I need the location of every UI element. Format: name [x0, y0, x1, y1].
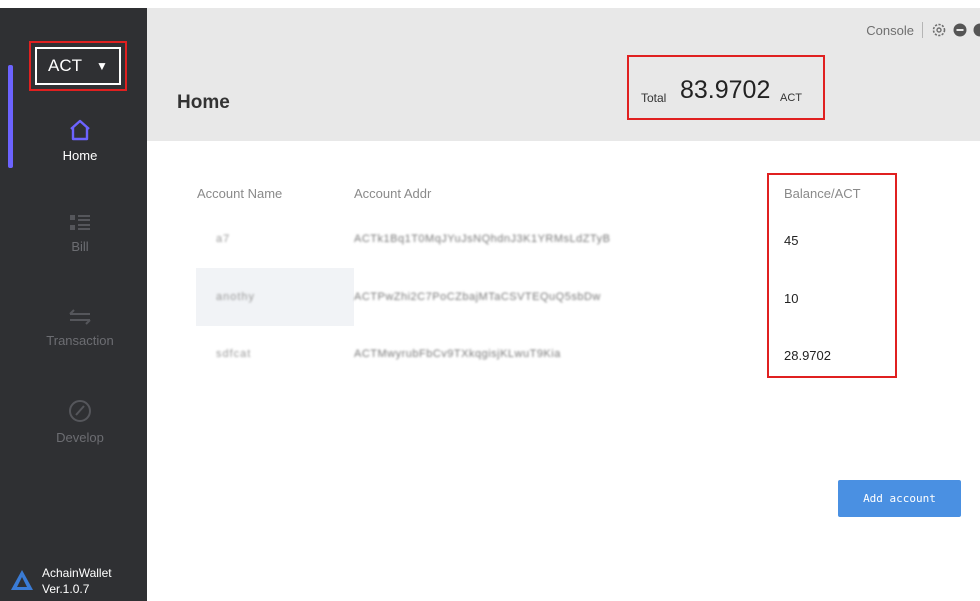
- account-address: ACTPwZhi2C7PoCZbajMTaCSVTEQuQ5sbDw: [354, 291, 601, 303]
- account-address: ACTMwyrubFbCv9TXkqgisjKLwuT9Kia: [354, 348, 561, 360]
- highlight-balance-column: [767, 173, 897, 378]
- page-title: Home: [177, 92, 230, 113]
- brand: AchainWallet Ver.1.0.7: [0, 558, 147, 601]
- account-name: sdfcat: [216, 348, 252, 360]
- total-unit: ACT: [780, 92, 802, 104]
- divider: [922, 22, 923, 38]
- sidebar-item-label: Bill: [71, 239, 89, 254]
- gear-icon[interactable]: [931, 22, 947, 38]
- account-name: a7: [216, 233, 231, 245]
- total-label: Total: [641, 91, 667, 105]
- develop-icon: [69, 400, 91, 422]
- transaction-icon: [69, 309, 91, 325]
- sidebar-item-transaction[interactable]: Transaction: [13, 307, 147, 348]
- account-name: anothy: [216, 291, 256, 303]
- column-header-account-addr: Account Addr: [354, 186, 432, 201]
- total-balance-panel: Total 83.9702 ACT: [627, 55, 825, 120]
- brand-version: Ver.1.0.7: [42, 582, 90, 596]
- header: Console Home: [147, 8, 980, 141]
- total-value: 83.9702: [680, 76, 771, 104]
- header-toolbar: Console: [866, 22, 980, 38]
- sidebar-item-home[interactable]: Home: [13, 118, 147, 163]
- sidebar-item-develop[interactable]: Develop: [13, 398, 147, 445]
- sidebar: [0, 8, 147, 601]
- add-account-button[interactable]: Add account: [838, 480, 961, 517]
- home-icon: [70, 119, 90, 141]
- brand-name: AchainWallet: [42, 566, 112, 580]
- achain-logo-icon: [11, 570, 33, 590]
- bill-icon: [70, 215, 90, 230]
- account-address: ACTk1Bq1T0MqJYuJsNQhdnJ3K1YRMsLdZTyB: [354, 233, 611, 245]
- sidebar-item-label: Develop: [56, 430, 104, 445]
- top-strip: [0, 0, 980, 8]
- sidebar-item-label: Home: [62, 148, 98, 163]
- column-header-account-name: Account Name: [197, 186, 283, 201]
- sidebar-item-label: Transaction: [46, 333, 114, 348]
- close-icon[interactable]: [973, 23, 980, 37]
- minimize-icon[interactable]: [953, 23, 967, 37]
- highlight-currency-select: [29, 41, 127, 91]
- console-link[interactable]: Console: [866, 23, 914, 38]
- sidebar-item-bill[interactable]: Bill: [13, 213, 147, 254]
